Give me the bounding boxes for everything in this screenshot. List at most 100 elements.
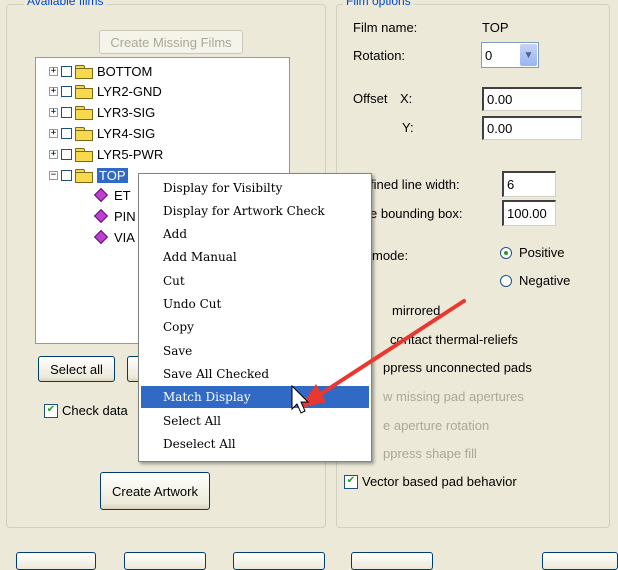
offset-x-value: 0.00 [487, 92, 513, 107]
menu-item-deselect-all[interactable]: Deselect All [141, 433, 369, 455]
expand-icon[interactable]: + [49, 128, 58, 138]
menu-item-add-manual[interactable]: Add Manual [141, 246, 369, 268]
tree-item-label: LYR5-PWR [97, 146, 164, 162]
undefined-line-width-label: fined line width: [370, 177, 460, 192]
subclass-icon [93, 229, 109, 245]
select-all-button[interactable]: Select all [38, 356, 115, 382]
menu-item-display-visibility[interactable]: Display for Visibilty [141, 177, 369, 199]
folder-icon [75, 64, 93, 79]
vector-based-label: Vector based pad behavior [362, 474, 517, 489]
tree-item-label: LYR2-GND [97, 83, 162, 99]
help-button[interactable] [542, 552, 618, 570]
offset-label: Offset [353, 91, 388, 106]
tree-child-label: PIN [114, 208, 136, 224]
expand-icon[interactable]: + [49, 66, 58, 76]
check-database-option[interactable]: Check data [44, 403, 128, 418]
rotation-select[interactable]: 0 ▼ [481, 42, 539, 68]
tree-checkbox[interactable] [61, 65, 72, 77]
menu-item-match-display[interactable]: Match Display [141, 386, 369, 408]
apply-button[interactable] [233, 552, 325, 570]
rotation-value: 0 [485, 47, 493, 63]
open-folder-icon [75, 168, 93, 183]
undefined-line-width-field[interactable]: 6 [502, 171, 556, 197]
menu-item-add[interactable]: Add [141, 223, 369, 245]
tree-item-lyr2-gnd[interactable]: + LYR2-GND [49, 81, 162, 101]
tree-item-lyr4-sig[interactable]: + LYR4-SIG [49, 123, 155, 143]
undefined-line-width-value: 6 [507, 177, 515, 192]
reset-button[interactable] [351, 552, 433, 570]
contact-thermal-label: contact thermal-reliefs [390, 332, 518, 347]
menu-item-copy[interactable]: Copy [141, 316, 369, 338]
tree-item-lyr3-sig[interactable]: + LYR3-SIG [49, 102, 155, 122]
film-name-value: TOP [482, 20, 509, 35]
offset-x-label: X: [400, 91, 413, 106]
create-missing-films-button[interactable]: Create Missing Films [99, 30, 243, 54]
subclass-icon [93, 208, 109, 224]
bounding-box-value: 100.00 [507, 206, 547, 221]
aperture-rotation-label: e aperture rotation [383, 418, 490, 433]
tree-child-via[interactable]: VIA [93, 227, 135, 247]
tree-item-lyr5-pwr[interactable]: + LYR5-PWR [49, 144, 163, 164]
bounding-box-field[interactable]: 100.00 [502, 200, 556, 226]
film-options-title: Film options [343, 0, 414, 8]
offset-x-field[interactable]: 0.00 [482, 87, 582, 111]
subclass-icon [93, 187, 109, 203]
offset-y-field[interactable]: 0.00 [482, 116, 582, 140]
check-database-checkbox[interactable] [44, 403, 58, 418]
check-database-label: Check data [62, 403, 128, 418]
tree-item-label: LYR3-SIG [97, 104, 156, 120]
tree-item-label: BOTTOM [97, 63, 153, 79]
tree-checkbox[interactable] [61, 106, 72, 118]
tree-child-label: VIA [114, 229, 135, 245]
menu-item-display-artwork-check[interactable]: Display for Artwork Check [141, 200, 369, 222]
rotation-label: Rotation: [353, 48, 406, 63]
menu-item-save[interactable]: Save [141, 340, 369, 362]
positive-label: Positive [519, 245, 565, 260]
negative-option[interactable]: Negative [500, 273, 590, 291]
tree-child-label: ET [114, 187, 131, 203]
chevron-down-icon[interactable]: ▼ [520, 44, 537, 66]
tree-child-pin[interactable]: PIN [93, 206, 136, 226]
film-name-label: Film name: [353, 20, 418, 35]
tree-checkbox[interactable] [61, 169, 72, 181]
tree-checkbox[interactable] [61, 148, 72, 160]
cancel-button[interactable] [124, 552, 206, 570]
menu-item-undo-cut[interactable]: Undo Cut [141, 293, 369, 315]
positive-radio[interactable] [500, 247, 512, 259]
folder-icon [75, 84, 93, 99]
menu-item-cut[interactable]: Cut [141, 270, 369, 292]
tree-checkbox[interactable] [61, 127, 72, 139]
tree-item-bottom[interactable]: + BOTTOM [49, 61, 152, 81]
tree-checkbox[interactable] [61, 85, 72, 97]
collapse-icon[interactable]: − [49, 170, 58, 180]
expand-icon[interactable]: + [49, 149, 58, 159]
folder-icon [75, 105, 93, 120]
context-menu: Display for Visibilty Display for Artwor… [138, 173, 372, 462]
expand-icon[interactable]: + [49, 86, 58, 96]
tree-item-label: TOP [97, 167, 128, 183]
bounding-box-label: e bounding box: [370, 206, 463, 221]
draw-missing-apertures-label: w missing pad apertures [383, 389, 524, 404]
ok-button[interactable] [16, 552, 96, 570]
tree-item-top[interactable]: − TOP [49, 165, 128, 185]
suppress-unconnected-label: ppress unconnected pads [383, 360, 532, 375]
positive-option[interactable]: Positive [500, 245, 590, 263]
negative-radio[interactable] [500, 275, 512, 287]
vector-based-option[interactable]: Vector based pad behavior [344, 474, 517, 489]
expand-icon[interactable]: + [49, 107, 58, 117]
vector-based-checkbox[interactable] [344, 474, 358, 489]
menu-item-save-all-checked[interactable]: Save All Checked [141, 363, 369, 385]
offset-y-value: 0.00 [487, 121, 513, 136]
tree-child-etch[interactable]: ET [93, 185, 131, 205]
available-films-title: Available films [24, 0, 107, 8]
folder-icon [75, 126, 93, 141]
create-artwork-button[interactable]: Create Artwork [100, 472, 210, 510]
tree-item-label: LYR4-SIG [97, 125, 156, 141]
negative-label: Negative [519, 273, 571, 288]
film-mode-label: mode: [372, 248, 409, 263]
folder-icon [75, 147, 93, 162]
offset-y-label: Y: [402, 120, 414, 135]
suppress-shape-fill-label: ppress shape fill [383, 446, 477, 461]
menu-item-select-all[interactable]: Select All [141, 410, 369, 432]
mirrored-label: mirrored [392, 303, 441, 318]
